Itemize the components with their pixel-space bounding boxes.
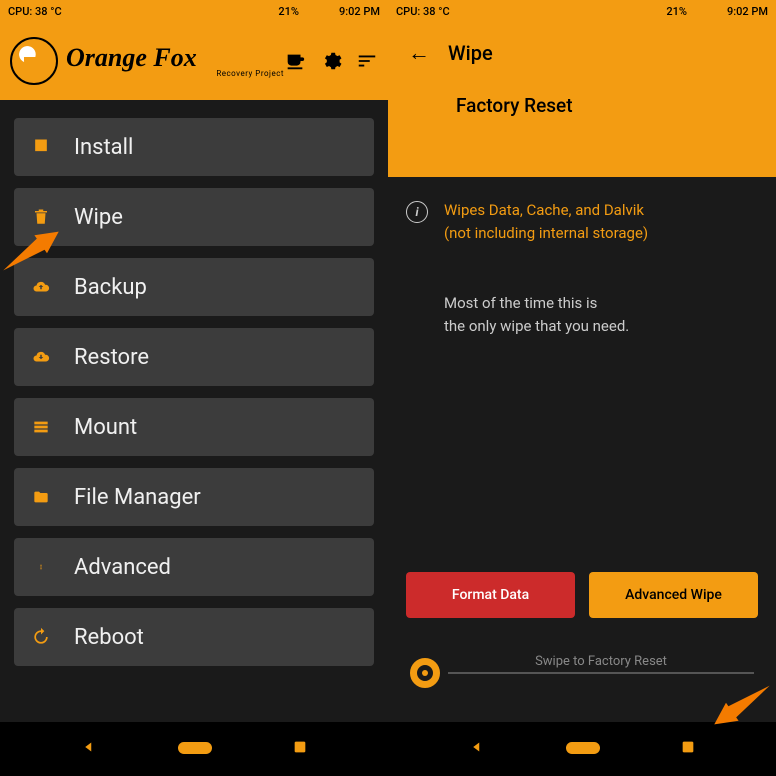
desc-line2: the only wipe that you need.: [444, 315, 758, 338]
nav-back-icon[interactable]: [468, 738, 486, 760]
menu-item-backup[interactable]: Backup: [14, 258, 374, 316]
status-battery: 21%: [278, 5, 299, 18]
fox-logo-icon: [10, 37, 58, 85]
back-arrow-icon[interactable]: ←: [408, 40, 430, 66]
menu-item-advanced[interactable]: Advanced: [14, 538, 374, 596]
dots-icon: [28, 557, 54, 577]
nav-home-icon[interactable]: [178, 740, 212, 759]
menu-item-mount[interactable]: Mount: [14, 398, 374, 456]
menu-label: Wipe: [74, 205, 123, 230]
wipe-header: ← Wipe Factory Reset: [388, 22, 776, 177]
menu-label: Backup: [74, 275, 147, 300]
cloud-up-icon: [28, 278, 54, 296]
storage-icon: [28, 419, 54, 435]
nav-home-icon[interactable]: [566, 740, 600, 759]
section-title: Factory Reset: [456, 94, 756, 117]
button-row: Format Data Advanced Wipe: [406, 572, 758, 618]
info-icon: i: [406, 201, 428, 223]
app-header: Orange Fox Recovery Project: [0, 22, 388, 100]
coffee-icon[interactable]: [284, 50, 306, 72]
status-battery: 21%: [666, 5, 687, 18]
desc-line1: Most of the time this is: [444, 292, 758, 315]
nav-recent-icon[interactable]: [292, 739, 308, 759]
nav-bar: [0, 722, 388, 776]
wipe-content: i Wipes Data, Cache, and Dalvik (not inc…: [388, 177, 776, 722]
gear-icon[interactable]: [320, 50, 342, 72]
screen-title: Wipe: [448, 41, 493, 65]
menu-item-install[interactable]: Install: [14, 118, 374, 176]
folder-icon: [28, 489, 54, 505]
header-actions: [284, 50, 378, 72]
status-bar: CPU: 38 °C 21% 9:02 PM: [0, 0, 388, 22]
screen-main: CPU: 38 °C 21% 9:02 PM Orange Fox Recove…: [0, 0, 388, 776]
menu-item-reboot[interactable]: Reboot: [14, 608, 374, 666]
menu-label: Restore: [74, 345, 149, 370]
status-cpu: CPU: 38 °C: [8, 5, 278, 18]
nav-back-icon[interactable]: [80, 738, 98, 760]
menu-label: Reboot: [74, 625, 144, 650]
install-icon: [28, 137, 54, 157]
menu-item-file-manager[interactable]: File Manager: [14, 468, 374, 526]
slider-label: Swipe to Factory Reset: [448, 654, 754, 669]
info-line1: Wipes Data, Cache, and Dalvik: [444, 199, 648, 222]
menu-label: Mount: [74, 415, 137, 440]
status-time: 9:02 PM: [727, 5, 768, 18]
nav-recent-icon[interactable]: [680, 739, 696, 759]
status-bar: CPU: 38 °C 21% 9:02 PM: [388, 0, 776, 22]
slider-track: Swipe to Factory Reset: [448, 672, 754, 674]
menu-label: File Manager: [74, 485, 201, 510]
menu-item-restore[interactable]: Restore: [14, 328, 374, 386]
info-line2: (not including internal storage): [444, 222, 648, 245]
info-row: i Wipes Data, Cache, and Dalvik (not inc…: [406, 199, 758, 244]
brand: Orange Fox Recovery Project: [66, 45, 284, 78]
cloud-down-icon: [28, 348, 54, 366]
screen-wipe: CPU: 38 °C 21% 9:02 PM ← Wipe Factory Re…: [388, 0, 776, 776]
status-cpu: CPU: 38 °C: [396, 5, 666, 18]
menu-item-wipe[interactable]: Wipe: [14, 188, 374, 246]
sort-icon[interactable]: [356, 50, 378, 72]
description: Most of the time this is the only wipe t…: [444, 292, 758, 337]
format-data-button[interactable]: Format Data: [406, 572, 575, 618]
menu-label: Install: [74, 135, 133, 160]
main-menu: Install Wipe Backup Restore Mount File M…: [0, 100, 388, 722]
slider-handle-icon[interactable]: [410, 658, 440, 688]
swipe-slider[interactable]: Swipe to Factory Reset: [406, 658, 758, 688]
advanced-wipe-button[interactable]: Advanced Wipe: [589, 572, 758, 618]
reboot-icon: [28, 627, 54, 647]
status-time: 9:02 PM: [339, 5, 380, 18]
info-text: Wipes Data, Cache, and Dalvik (not inclu…: [444, 199, 648, 244]
menu-label: Advanced: [74, 555, 171, 580]
brand-title: Orange Fox: [66, 45, 284, 71]
